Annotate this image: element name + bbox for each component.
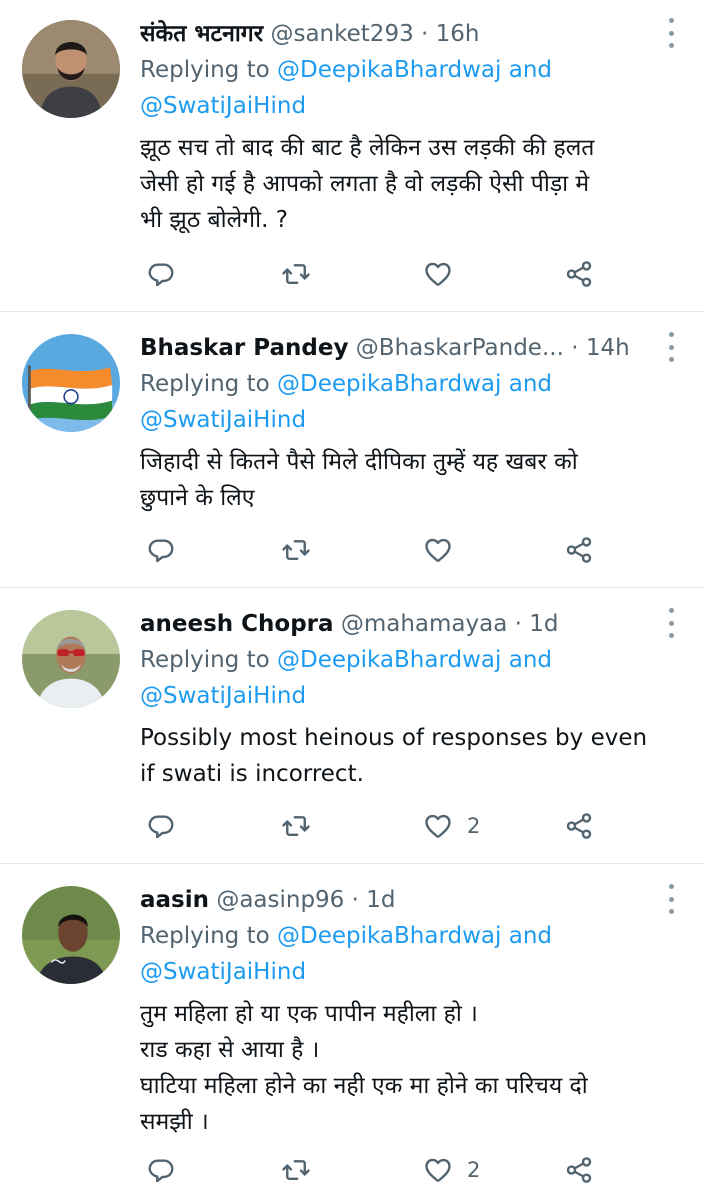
replying-and-link[interactable]: and	[509, 923, 552, 949]
mention-link[interactable]: @DeepikaBhardwaj	[277, 371, 501, 397]
author-handle[interactable]: @aasinp96	[216, 887, 344, 913]
replying-to: Replying to @DeepikaBhardwaj and @SwatiJ…	[140, 371, 552, 433]
tweet-text: जिहादी से कितने पैसे मिले दीपिका तुम्हें…	[140, 449, 578, 511]
retweet-icon	[281, 1155, 311, 1185]
like-button[interactable]	[423, 256, 467, 292]
tweet-text: तुम महिला हो या एक पापीन महीला हो । राड …	[140, 1001, 588, 1135]
tweet-text: झूठ सच तो बाद की बाट है लेकिन उस लड़की क…	[140, 135, 595, 233]
reply-button[interactable]	[146, 256, 176, 292]
share-icon	[564, 1155, 594, 1185]
author-name[interactable]: aasin	[140, 887, 209, 913]
tweet[interactable]: संकेत भटनागर @sanket293 · 16h Replying t…	[0, 0, 704, 312]
author-handle[interactable]: @BhaskarPande...	[356, 335, 564, 361]
share-button[interactable]	[564, 808, 594, 844]
like-icon	[423, 259, 453, 289]
replying-and-link[interactable]: and	[509, 647, 552, 673]
author-name[interactable]: संकेत भटनागर	[140, 21, 263, 47]
mention-link[interactable]: @SwatiJaiHind	[140, 959, 306, 985]
retweet-button[interactable]	[281, 808, 311, 844]
timestamp[interactable]: 14h	[586, 335, 630, 361]
retweet-icon	[281, 259, 311, 289]
author-handle[interactable]: @mahamayaa	[341, 611, 507, 637]
retweet-icon	[281, 811, 311, 841]
like-icon	[423, 535, 453, 565]
avatar[interactable]	[22, 20, 120, 118]
retweet-button[interactable]	[281, 532, 311, 568]
reply-button[interactable]	[146, 808, 176, 844]
mention-link[interactable]: @SwatiJaiHind	[140, 407, 306, 433]
like-icon	[423, 1155, 453, 1185]
retweet-button[interactable]	[281, 256, 311, 292]
like-icon	[423, 811, 453, 841]
share-icon	[564, 535, 594, 565]
replying-and-link[interactable]: and	[509, 371, 552, 397]
like-count: 2	[467, 814, 481, 838]
reply-icon	[146, 1155, 176, 1185]
share-icon	[564, 259, 594, 289]
tweet[interactable]: aneesh Chopra @mahamayaa · 1d Replying t…	[0, 588, 704, 864]
retweet-button[interactable]	[281, 1152, 311, 1188]
tweet[interactable]: Bhaskar Pandey @BhaskarPande... · 14h Re…	[0, 312, 704, 588]
like-button[interactable]: 2	[423, 1152, 480, 1188]
share-button[interactable]	[564, 532, 594, 568]
more-icon[interactable]	[666, 332, 676, 362]
reply-button[interactable]	[146, 532, 176, 568]
share-button[interactable]	[564, 1152, 594, 1188]
avatar[interactable]	[22, 610, 120, 708]
replying-to: Replying to @DeepikaBhardwaj and @SwatiJ…	[140, 647, 552, 709]
share-icon	[564, 811, 594, 841]
author-handle[interactable]: @sanket293	[270, 21, 413, 47]
replying-and-link[interactable]: and	[509, 57, 552, 83]
avatar[interactable]	[22, 334, 120, 432]
avatar[interactable]	[22, 886, 120, 984]
tweet-text: Possibly most heinous of responses by ev…	[140, 725, 648, 787]
reply-icon	[146, 259, 176, 289]
timestamp[interactable]: 1d	[529, 611, 558, 637]
mention-link[interactable]: @SwatiJaiHind	[140, 93, 306, 119]
like-button[interactable]	[423, 532, 467, 568]
mention-link[interactable]: @DeepikaBhardwaj	[277, 57, 501, 83]
replying-to: Replying to @DeepikaBhardwaj and @SwatiJ…	[140, 57, 552, 119]
replying-to: Replying to @DeepikaBhardwaj and @SwatiJ…	[140, 923, 552, 985]
author-name[interactable]: aneesh Chopra	[140, 611, 334, 637]
like-button[interactable]: 2	[423, 808, 480, 844]
share-button[interactable]	[564, 256, 594, 292]
mention-link[interactable]: @DeepikaBhardwaj	[277, 923, 501, 949]
more-icon[interactable]	[666, 884, 676, 914]
timestamp[interactable]: 1d	[366, 887, 395, 913]
reply-icon	[146, 535, 176, 565]
like-count: 2	[467, 1158, 481, 1182]
tweet[interactable]: aasin @aasinp96 · 1d Replying to @Deepik…	[0, 864, 704, 1200]
reply-button[interactable]	[146, 1152, 176, 1188]
author-name[interactable]: Bhaskar Pandey	[140, 335, 348, 361]
mention-link[interactable]: @DeepikaBhardwaj	[277, 647, 501, 673]
reply-icon	[146, 811, 176, 841]
retweet-icon	[281, 535, 311, 565]
more-icon[interactable]	[666, 608, 676, 638]
timestamp[interactable]: 16h	[436, 21, 480, 47]
more-icon[interactable]	[666, 18, 676, 48]
mention-link[interactable]: @SwatiJaiHind	[140, 683, 306, 709]
